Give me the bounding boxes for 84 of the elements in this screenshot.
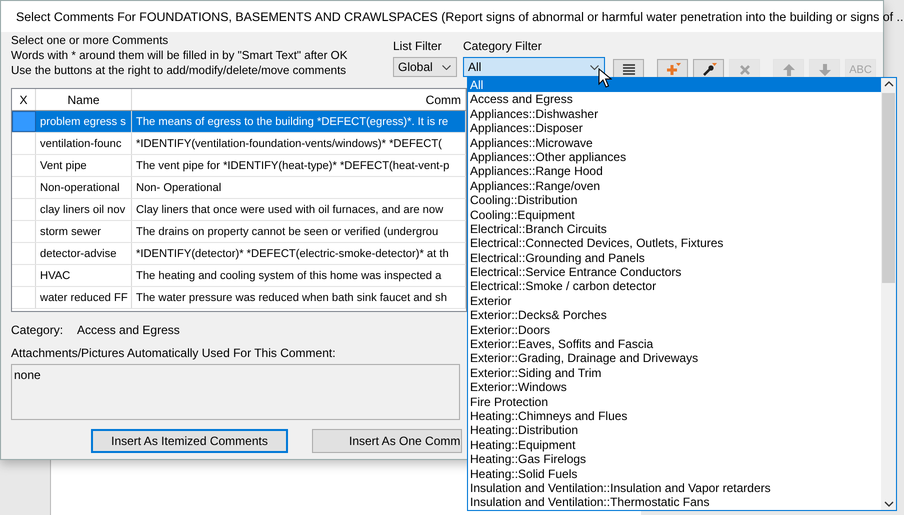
- dropdown-option[interactable]: Heating::Gas Firelogs: [468, 452, 881, 467]
- dropdown-option[interactable]: Appliances::Dishwasher: [468, 106, 881, 122]
- dropdown-option[interactable]: Electrical::Smoke / carbon detector: [468, 279, 881, 294]
- category-label: Category:: [11, 323, 64, 337]
- scroll-up-icon: [884, 81, 894, 87]
- table-cell: Vent pipe: [36, 155, 132, 176]
- table-cell: detector-advise: [36, 243, 132, 264]
- instruction-text: Use the buttons at the right to add/modify/delete/move comments: [11, 63, 348, 78]
- dropdown-option[interactable]: Fire Protection: [468, 394, 881, 409]
- dropdown-option[interactable]: Heating::Chimneys and Flues: [468, 408, 881, 424]
- dropdown-option[interactable]: Exterior: [468, 294, 881, 308]
- dropdown-option[interactable]: Cooling::Equipment: [468, 208, 881, 222]
- table-cell: Clay liners that once were used with oil furnaces, and are now: [132, 199, 466, 220]
- window-title: Select Comments For FOUNDATIONS, BASEMENTS AND CRAWLSPACES (Report signs of abnormal or harmful water penetration into the building or signs of ...: [16, 10, 904, 24]
- filter-label: Category Filter: [463, 39, 543, 53]
- table-cell: Non- Operational: [132, 177, 466, 198]
- column-header[interactable]: X: [12, 89, 36, 110]
- attachments-field[interactable]: none: [11, 364, 460, 420]
- attachments-label: Attachments/Pictures Automatically Used For This Comment:: [11, 346, 336, 360]
- dropdown-option[interactable]: Electrical::Connected Devices, Outlets, Fixtures: [468, 236, 881, 251]
- dropdown-option[interactable]: Appliances::Range Hood: [468, 164, 881, 179]
- dropdown-option[interactable]: Access and Egress: [468, 92, 881, 107]
- arrow-up-icon: [780, 62, 796, 78]
- arrow-down-icon: [816, 62, 832, 78]
- dropdown-option[interactable]: Exterior::Doors: [468, 322, 881, 338]
- table-cell: clay liners oil nov: [36, 199, 132, 220]
- table-cell: The means of egress to the building *DEFECT(egress)*. It is re: [132, 111, 466, 132]
- dropdown-option[interactable]: Appliances::Disposer: [468, 121, 881, 136]
- dropdown-option[interactable]: Electrical::Service Entrance Conductors: [468, 265, 881, 280]
- insert-button[interactable]: Insert As Itemized Comments: [91, 429, 288, 453]
- table-cell: problem egress s: [36, 111, 132, 132]
- table-row[interactable]: storm sewer The drains on property cannot be seen or verified (undergrou: [12, 221, 466, 243]
- instruction-text: Words with * around them will be filled in by "Smart Text" after OK: [11, 48, 348, 63]
- table-row[interactable]: detector-advise *IDENTIFY(detector)* *DEFECT(electric-smoke-detector)* at th: [12, 243, 466, 265]
- category-filter-dropdown[interactable]: All: [463, 57, 605, 77]
- dropdown-option[interactable]: Electrical::Grounding and Panels: [468, 250, 881, 266]
- chevron-down-icon: [590, 64, 599, 70]
- filter-label: List Filter: [393, 39, 443, 53]
- table-row[interactable]: Vent pipe The vent pipe for *IDENTIFY(heat-type)* *DEFECT(heat-vent-p: [12, 155, 466, 177]
- plus-icon: [664, 62, 680, 78]
- table-row[interactable]: water reduced FF The water pressure was reduced when bath sink faucet and sh: [12, 287, 466, 309]
- column-header[interactable]: Name: [36, 89, 132, 110]
- scroll-down-icon: [884, 501, 894, 507]
- dropdown-option[interactable]: Heating::Equipment: [468, 438, 881, 452]
- table-cell: The vent pipe for *IDENTIFY(heat-type)* *DEFECT(heat-vent-p: [132, 155, 466, 176]
- table-row[interactable]: problem egress s The means of egress to the building *DEFECT(egress)*. It is re: [12, 111, 466, 133]
- dropdown-option[interactable]: Heating::Solid Fuels: [468, 466, 881, 481]
- list-icon: [620, 62, 636, 78]
- dropdown-option[interactable]: Appliances::Range/oven: [468, 178, 881, 194]
- table-cell: *IDENTIFY(ventilation-foundation-vents/windows)* *DEFECT(: [132, 133, 466, 154]
- table-cell: The heating and cooling system of this home was inspected a: [132, 265, 466, 286]
- dropdown-option[interactable]: Exterior::Windows: [468, 380, 881, 395]
- dropdown-option[interactable]: Exterior::Grading, Drainage and Driveways: [468, 351, 881, 366]
- dropdown-option[interactable]: All: [468, 78, 881, 92]
- dropdown-option[interactable]: Appliances::Other appliances: [468, 150, 881, 164]
- list-filter-dropdown[interactable]: Global: [393, 57, 457, 77]
- insert-button[interactable]: Insert As One Comm: [312, 429, 462, 453]
- table-cell: Non-operational: [36, 177, 132, 198]
- dropdown-option[interactable]: Electrical::Branch Circuits: [468, 222, 881, 236]
- table-cell: *IDENTIFY(detector)* *DEFECT(electric-smoke-detector)* at th: [132, 243, 466, 264]
- dropdown-option[interactable]: Exterior::Siding and Trim: [468, 366, 881, 380]
- dropdown-option[interactable]: Cooling::Distribution: [468, 193, 881, 208]
- table-cell: The drains on property cannot be seen or verified (undergrou: [132, 221, 466, 242]
- table-row[interactable]: ventilation-founc *IDENTIFY(ventilation-foundation-vents/windows)* *DEFECT(: [12, 133, 466, 155]
- category-value: Access and Egress: [77, 323, 180, 337]
- dropdown-option[interactable]: Exterior::Decks& Porches: [468, 308, 881, 323]
- instruction-text: Select one or more Comments: [11, 33, 170, 48]
- table-cell: storm sewer: [36, 221, 132, 242]
- chevron-down-icon: [442, 64, 451, 70]
- table-row[interactable]: Non-operational Non- Operational: [12, 177, 466, 199]
- dropdown-option[interactable]: Insulation and Ventilation::Thermostatic Fans: [468, 495, 881, 510]
- table-row[interactable]: HVAC The heating and cooling system of this home was inspected a: [12, 265, 466, 287]
- table-cell: water reduced FF: [36, 287, 132, 308]
- dropdown-option[interactable]: Appliances::Microwave: [468, 136, 881, 150]
- dropdown-option[interactable]: Exterior::Eaves, Soffits and Fascia: [468, 337, 881, 352]
- table-cell: ventilation-founc: [36, 133, 132, 154]
- scrollbar-thumb[interactable]: [882, 93, 895, 283]
- dropdown-option[interactable]: Insulation and Ventilation::Insulation and Vapor retarders: [468, 480, 881, 496]
- table-row[interactable]: clay liners oil nov Clay liners that once were used with oil furnaces, and are now: [12, 199, 466, 221]
- dropdown-option[interactable]: Heating::Distribution: [468, 423, 881, 438]
- column-header[interactable]: Comm: [132, 89, 466, 110]
- table-cell: HVAC: [36, 265, 132, 286]
- scrollbar[interactable]: [881, 78, 896, 510]
- table-cell: The water pressure was reduced when bath sink faucet and sh: [132, 287, 466, 308]
